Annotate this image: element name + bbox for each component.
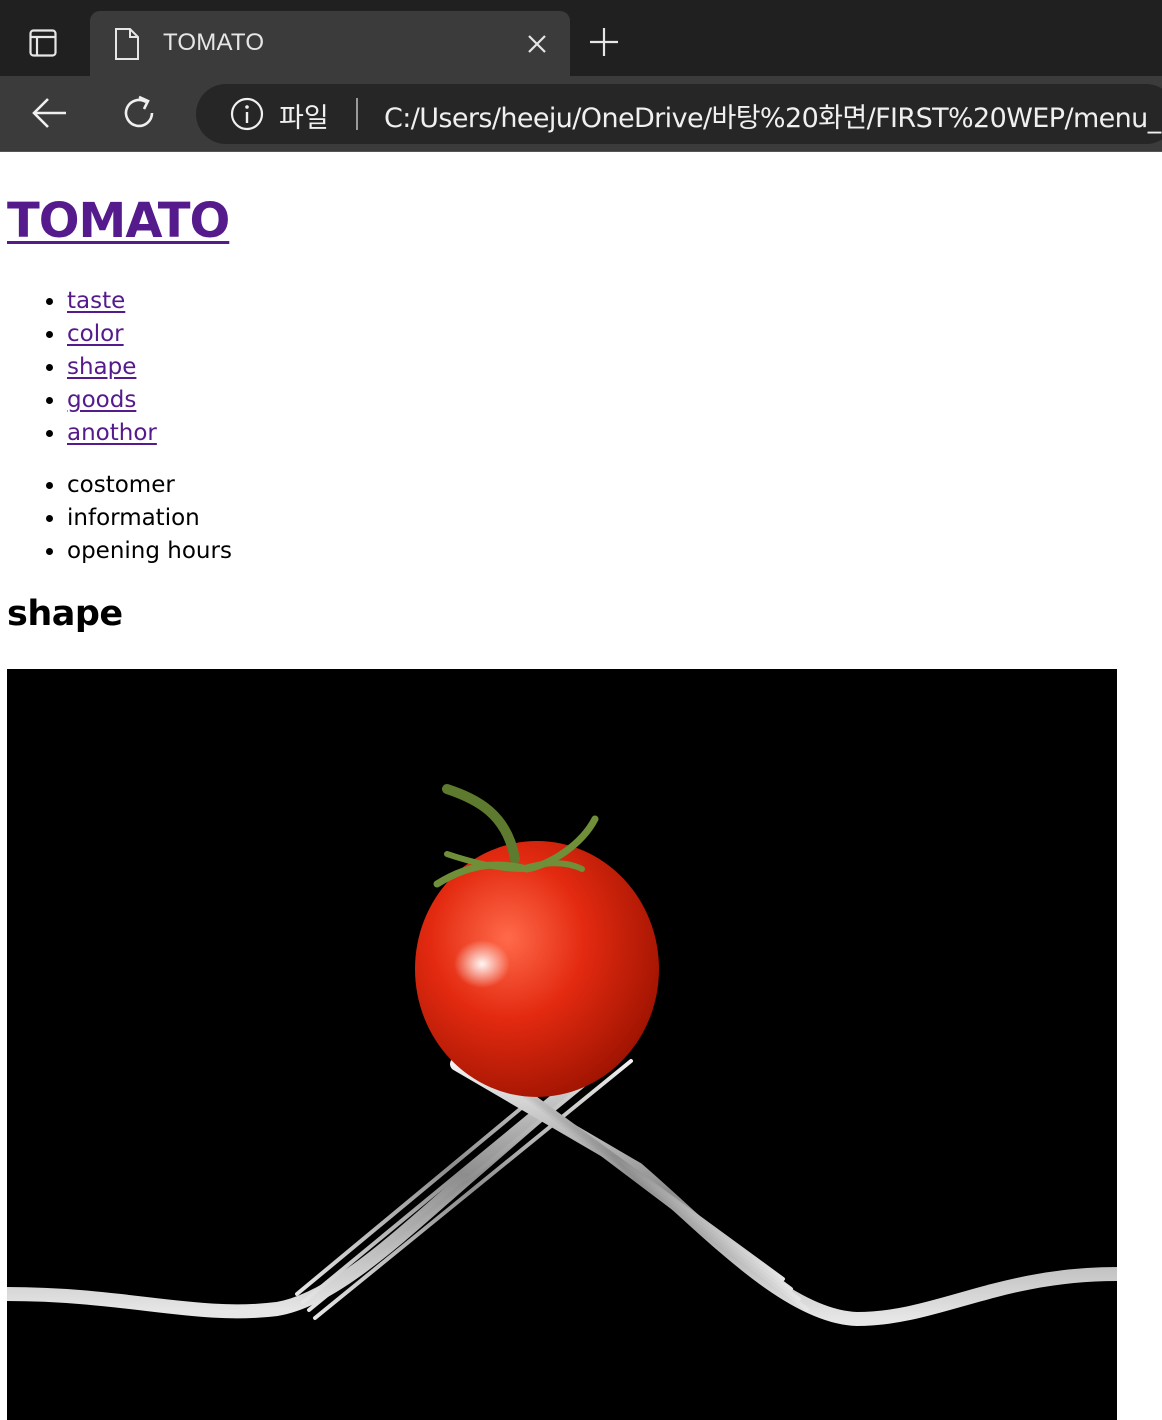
address-bar[interactable]: 파일 C:/Users/heeju/OneDrive/바탕%20화면/FIRST… [196, 84, 1162, 144]
nav-list: taste color shape goods anothor [67, 284, 157, 449]
document-icon [115, 28, 139, 60]
nav-link-anothor[interactable]: anothor [67, 420, 157, 446]
info-item-information: information [67, 501, 232, 534]
info-list: costomer information opening hours [67, 468, 232, 567]
nav-link-shape[interactable]: shape [67, 354, 136, 380]
tomato-on-forks-photo [0, 669, 1124, 1420]
refresh-icon[interactable] [119, 93, 159, 133]
tab-tomato[interactable]: TOMATO [90, 11, 570, 76]
browser-toolbar: 파일 C:/Users/heeju/OneDrive/바탕%20화면/FIRST… [0, 76, 1162, 152]
address-separator [356, 98, 358, 130]
info-item-opening-hours: opening hours [67, 534, 232, 567]
tab-title: TOMATO [163, 29, 265, 56]
nav-item-shape: shape [67, 350, 157, 383]
url-text[interactable]: C:/Users/heeju/OneDrive/바탕%20화면/FIRST%20… [384, 96, 1162, 135]
info-icon[interactable] [230, 97, 264, 131]
section-heading: shape [7, 594, 123, 634]
tab-actions-button[interactable] [18, 20, 68, 66]
page-content: TOMATO taste color shape goods anothor c… [0, 153, 1162, 1420]
tomato [415, 784, 659, 1097]
info-item-costomer: costomer [67, 468, 232, 501]
page-title-link[interactable]: TOMATO [7, 193, 230, 249]
new-tab-icon[interactable] [588, 26, 620, 58]
address-scheme-label: 파일 [279, 103, 329, 134]
nav-item-anothor: anothor [67, 416, 157, 449]
nav-item-taste: taste [67, 284, 157, 317]
nav-link-goods[interactable]: goods [67, 387, 136, 413]
tab-actions-icon [29, 29, 57, 57]
back-arrow-icon[interactable] [30, 95, 70, 131]
close-icon[interactable] [526, 33, 548, 55]
nav-link-color[interactable]: color [67, 321, 124, 347]
nav-link-taste[interactable]: taste [67, 288, 125, 314]
nav-item-goods: goods [67, 383, 157, 416]
browser-tabstrip: TOMATO [0, 0, 1162, 76]
tomato-fork-illustration [0, 784, 1124, 1327]
nav-item-color: color [67, 317, 157, 350]
